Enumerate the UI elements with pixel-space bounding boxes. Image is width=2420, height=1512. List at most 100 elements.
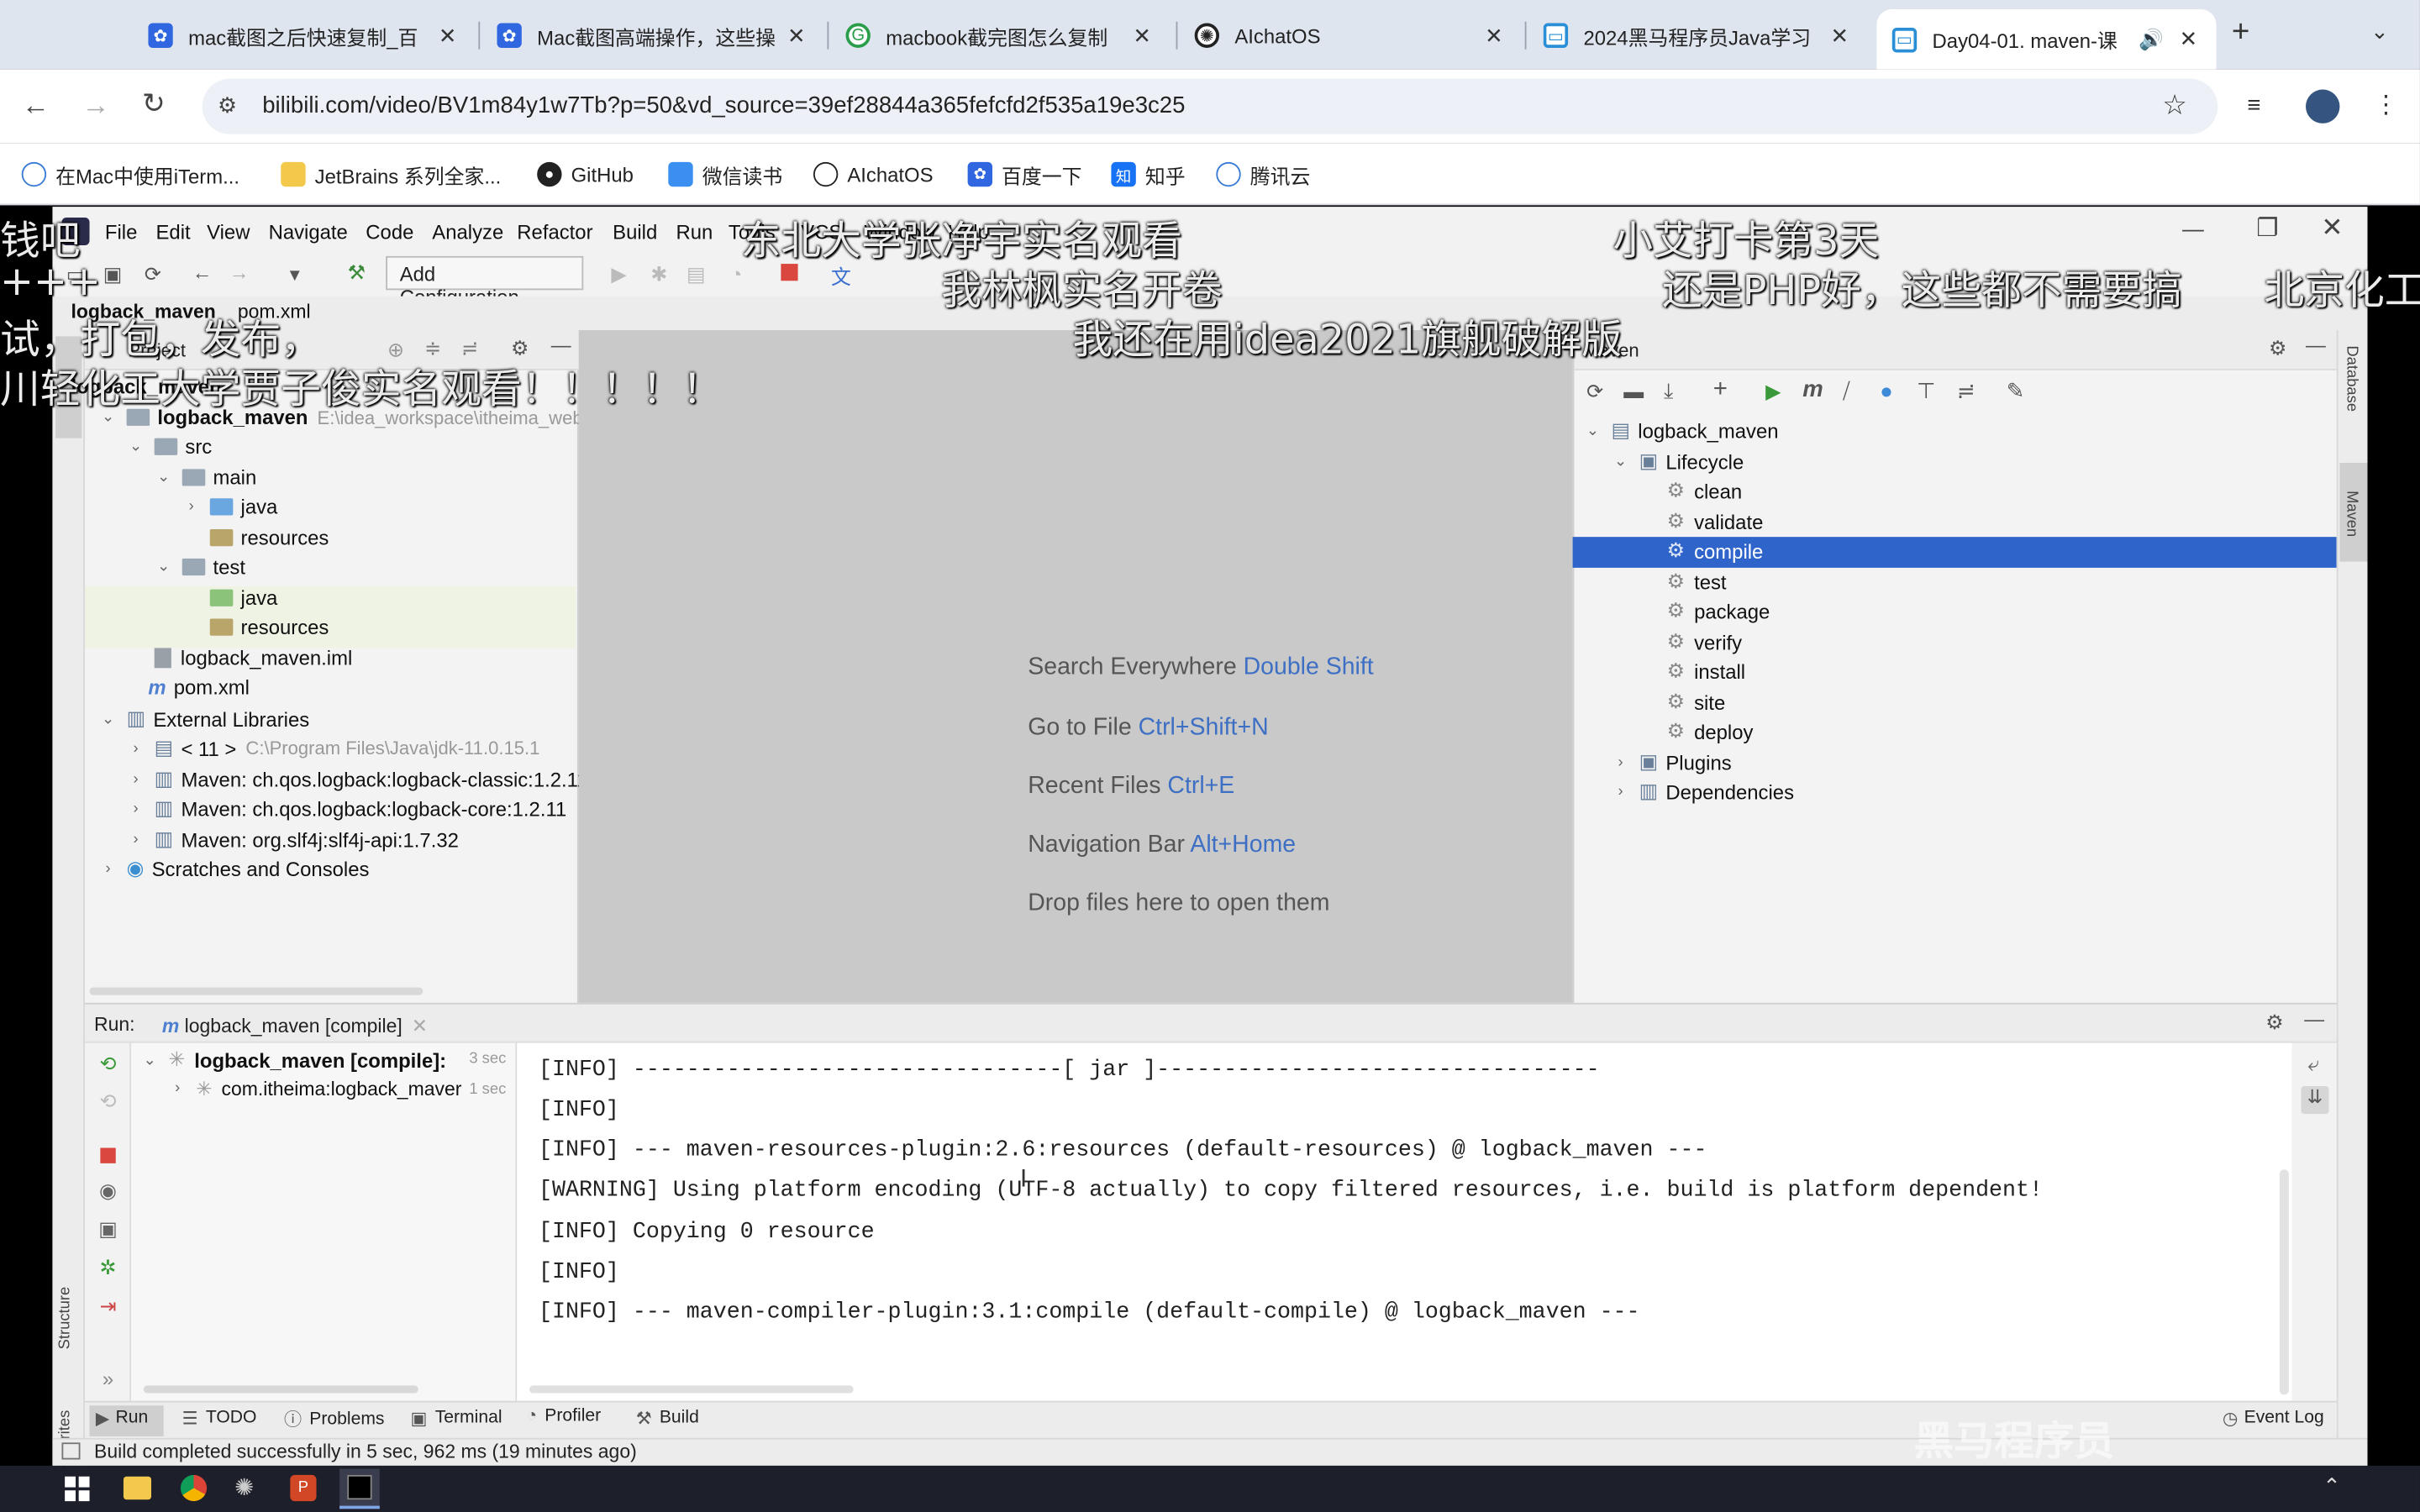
- chevron-down-icon[interactable]: ⌄: [2370, 18, 2389, 45]
- menu-analyze[interactable]: Analyze: [432, 221, 503, 244]
- bookmark-item[interactable]: 知知乎: [1111, 159, 1186, 190]
- bookmark-item[interactable]: JetBrains 系列全家...: [281, 159, 501, 190]
- forward-icon[interactable]: →: [82, 90, 109, 123]
- tool-tab-todo[interactable]: ☰ TODO: [182, 1407, 257, 1429]
- maven-goal-compile-selected[interactable]: ⚙ compile: [1667, 538, 1764, 563]
- menu-view[interactable]: View: [207, 221, 250, 244]
- rerun-failed-icon[interactable]: ⟲: [92, 1089, 124, 1114]
- maven-node-lifecycle[interactable]: ⌄ ▣ Lifecycle: [1612, 449, 1744, 473]
- gear-icon[interactable]: ⚙: [2265, 1011, 2283, 1035]
- tree-node-lib[interactable]: › ▥ Maven: org.slf4j:slf4j-api:1.7.32: [127, 827, 459, 851]
- structure-tool-button[interactable]: Structure: [57, 1287, 74, 1350]
- maven-goal-test[interactable]: ⚙ test: [1667, 570, 1727, 594]
- back-icon[interactable]: ←: [22, 90, 50, 123]
- debug-icon[interactable]: ✱: [645, 262, 673, 286]
- tree-node-external-libraries[interactable]: ⌄ ▥ External Libraries: [99, 706, 309, 731]
- download-icon[interactable]: ⤓: [1664, 378, 1673, 404]
- hide-panel-icon[interactable]: —: [2304, 1007, 2324, 1031]
- tool-tab-build[interactable]: ⚒ Build: [636, 1407, 699, 1429]
- vertical-scrollbar[interactable]: [2279, 1169, 2289, 1395]
- tree-node-pom[interactable]: m pom.xml: [148, 675, 250, 699]
- rerun-icon[interactable]: ⟲: [92, 1053, 124, 1077]
- generate-sources-icon[interactable]: ▬: [1623, 380, 1644, 403]
- more-menu-icon[interactable]: ⋮: [2374, 90, 2398, 121]
- maven-goal-validate[interactable]: ⚙ validate: [1667, 509, 1764, 533]
- tree-node-src[interactable]: ⌄ src: [127, 435, 212, 459]
- tree-node-main-resources[interactable]: resources: [209, 526, 329, 549]
- settings-wrench-icon[interactable]: ✎: [2007, 378, 2025, 404]
- maven-node-dependencies[interactable]: › ▥ Dependencies: [1612, 780, 1794, 804]
- bookmark-item[interactable]: AIchatOS: [813, 159, 934, 190]
- maven-goal-package[interactable]: ⚙ package: [1667, 599, 1770, 623]
- camera-icon[interactable]: ▣: [92, 1217, 124, 1242]
- sync-icon[interactable]: ⟳: [139, 262, 166, 286]
- run-tab[interactable]: m logback_maven [compile] ✕: [162, 1014, 428, 1037]
- browser-tab[interactable]: G macbook截完图怎么复制 ✕: [845, 14, 1155, 57]
- stop-icon[interactable]: [100, 1147, 116, 1163]
- tree-node-test[interactable]: ⌄ test: [155, 555, 245, 579]
- menu-code[interactable]: Code: [366, 221, 413, 244]
- url-text[interactable]: bilibili.com/video/BV1m84y1w7Tb?p=50&vd_…: [262, 92, 1185, 118]
- close-icon[interactable]: ✕: [784, 23, 808, 49]
- close-icon[interactable]: ✕: [1481, 23, 1506, 49]
- close-icon[interactable]: ✕: [435, 23, 460, 49]
- tool-tab-terminal[interactable]: ▣ Terminal: [411, 1407, 502, 1429]
- horizontal-scrollbar[interactable]: [143, 1385, 418, 1394]
- avatar[interactable]: [2306, 89, 2340, 123]
- build-hammer-icon[interactable]: ⚒: [343, 260, 371, 285]
- bookmark-item[interactable]: 微信读书: [668, 159, 782, 190]
- reload-icon[interactable]: ⟳: [1586, 380, 1603, 404]
- tree-node-scratches[interactable]: › ◉ Scratches and Consoles: [99, 856, 369, 880]
- maven-node-plugins[interactable]: › ▣ Plugins: [1612, 750, 1731, 774]
- maven-goal-clean[interactable]: ⚙ clean: [1667, 478, 1743, 502]
- bookmark-star-icon[interactable]: ☆: [2162, 90, 2187, 123]
- show-dependencies-icon[interactable]: ⊤: [1917, 378, 1935, 404]
- tree-node-main-java[interactable]: › java: [182, 496, 278, 519]
- maximize-icon[interactable]: ❐: [2256, 213, 2278, 244]
- run-icon[interactable]: ▶: [605, 262, 633, 286]
- export-icon[interactable]: ⇥: [92, 1294, 124, 1319]
- bookmark-item[interactable]: 在Mac中使用iTerm...: [21, 159, 239, 190]
- menu-refactor[interactable]: Refactor: [517, 221, 592, 244]
- tool-tab-problems[interactable]: ⓘ Problems: [284, 1407, 385, 1431]
- tool-tab-run[interactable]: ▶ Run: [96, 1407, 148, 1429]
- chevron-up-icon[interactable]: ⌃: [2323, 1473, 2341, 1499]
- site-info-icon[interactable]: ⚙: [218, 92, 237, 118]
- file-explorer-icon[interactable]: [123, 1476, 151, 1500]
- browser-tab[interactable]: ✺ AIchatOS ✕: [1194, 14, 1507, 57]
- scroll-to-end-icon[interactable]: ⇊: [2301, 1086, 2329, 1115]
- reload-icon[interactable]: ↻: [142, 88, 166, 121]
- new-tab-icon[interactable]: +: [2232, 15, 2249, 50]
- hide-panel-icon[interactable]: —: [2306, 333, 2326, 357]
- close-window-icon[interactable]: ✕: [2321, 213, 2343, 244]
- menu-build[interactable]: Build: [613, 221, 657, 244]
- menu-edit[interactable]: Edit: [156, 221, 191, 244]
- bookmark-item[interactable]: ● GitHub: [537, 159, 634, 190]
- tree-node-jdk[interactable]: › ▤ < 11 > C:\Program Files\Java\jdk-11.0.1…: [127, 736, 540, 760]
- tree-node-lib[interactable]: › ▥ Maven: ch.qos.logback:logback-classic:…: [127, 767, 588, 791]
- coverage-icon[interactable]: ▤: [682, 262, 710, 286]
- gear-icon[interactable]: ⚙: [2269, 336, 2286, 360]
- close-icon[interactable]: ✕: [2176, 26, 2201, 52]
- menu-run[interactable]: Run: [676, 221, 713, 244]
- close-icon[interactable]: ✕: [412, 1016, 428, 1037]
- vcs-user-icon[interactable]: ▾: [281, 262, 308, 286]
- tree-node-lib[interactable]: › ▥ Maven: ch.qos.logback:logback-core:1.2…: [127, 796, 567, 821]
- collapse-all-icon[interactable]: ≓: [1957, 378, 1975, 404]
- skip-tests-icon[interactable]: ●: [1880, 378, 1893, 402]
- show-icon[interactable]: ◉: [92, 1179, 124, 1203]
- horizontal-scrollbar[interactable]: [529, 1385, 854, 1394]
- windows-start-icon[interactable]: [65, 1476, 90, 1502]
- database-tool-button[interactable]: Database: [2343, 345, 2360, 412]
- close-icon[interactable]: ✕: [1828, 23, 1852, 49]
- hide-panel-icon[interactable]: —: [551, 333, 571, 357]
- menu-file[interactable]: File: [105, 221, 137, 244]
- tree-node-iml[interactable]: logback_maven.iml: [154, 647, 352, 669]
- add-configuration-button[interactable]: Add Configuration...: [386, 255, 584, 308]
- soft-wrap-icon[interactable]: ⤶: [2298, 1053, 2329, 1077]
- browser-tab-active[interactable]: ▭ Day04-01. maven-课 🔊 ✕: [1876, 9, 2217, 70]
- browser-tab[interactable]: ✿ mac截图之后快速复制_百 ✕: [148, 14, 460, 57]
- maven-goal-site[interactable]: ⚙ site: [1667, 690, 1726, 714]
- minimize-icon[interactable]: —: [2182, 216, 2204, 240]
- status-toggle-icon[interactable]: [61, 1442, 81, 1460]
